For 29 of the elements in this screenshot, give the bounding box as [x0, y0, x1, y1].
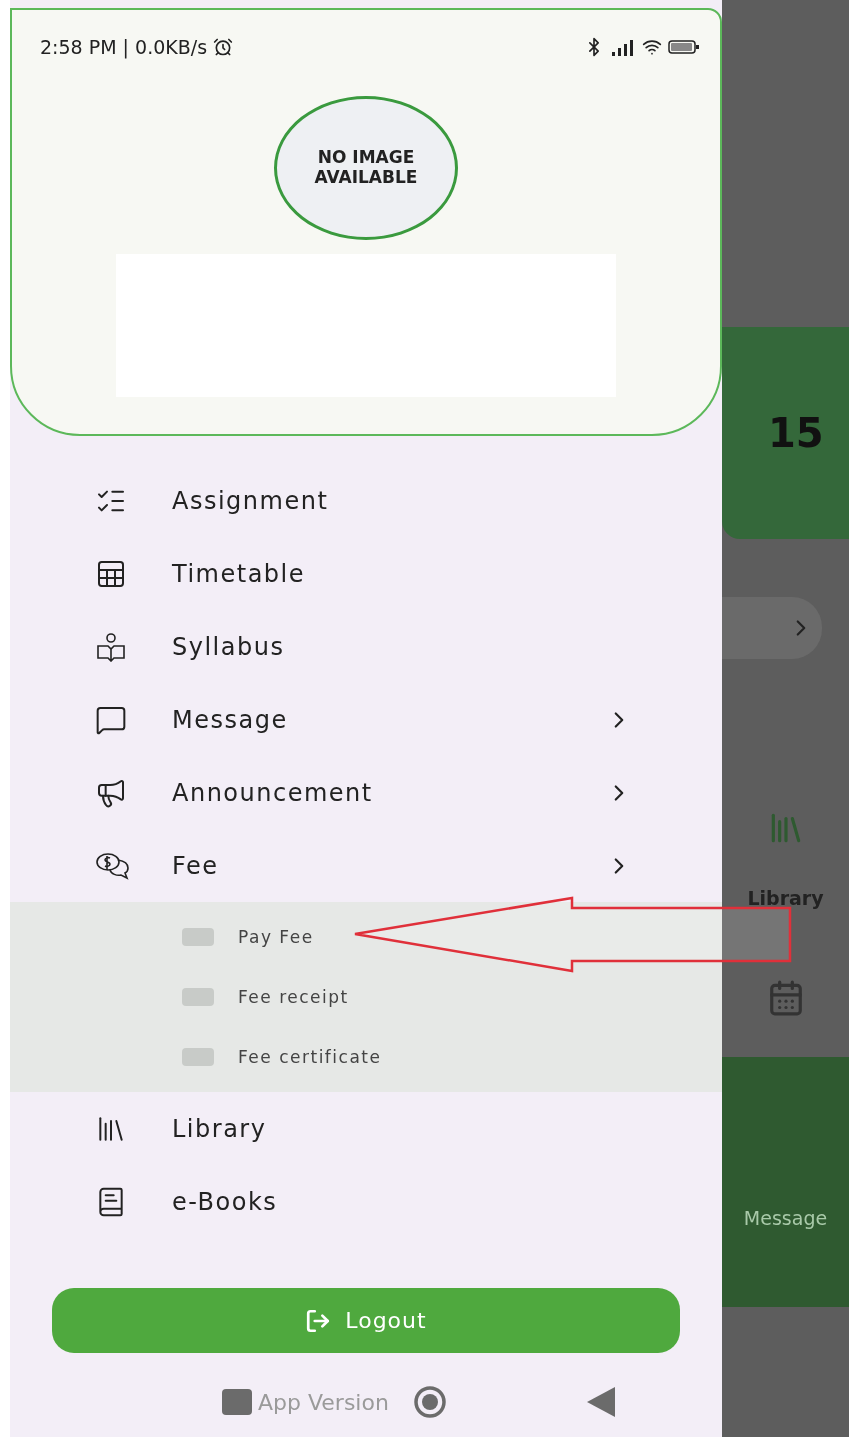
submenu-item[interactable]: Pay Fee: [238, 927, 314, 947]
tile-label: Library: [747, 887, 824, 909]
stat-count: 15: [768, 410, 824, 456]
battery-icon: [668, 39, 700, 55]
menu-item[interactable]: Assignment: [10, 464, 722, 537]
menu-item[interactable]: Announcement: [10, 756, 722, 829]
menu-item[interactable]: Library: [10, 1092, 722, 1165]
submenu-item[interactable]: Fee receipt: [238, 987, 349, 1007]
back-icon[interactable]: [586, 1387, 615, 1417]
menu-item[interactable]: Timetable: [10, 537, 722, 610]
wifi-icon: [642, 37, 662, 57]
money-chat-icon: [95, 850, 131, 881]
menu-item[interactable]: Message: [10, 683, 722, 756]
menu-item[interactable]: Fee: [10, 829, 722, 902]
nav-label: Message: [743, 1207, 828, 1229]
submenu-icon: [182, 928, 214, 946]
home-icon[interactable]: [412, 1385, 447, 1419]
submenu-item[interactable]: Fee certificate: [238, 1047, 382, 1067]
logout-icon: [305, 1307, 332, 1334]
alarm-icon: [213, 37, 234, 57]
book-reader-icon: [95, 631, 127, 662]
menu-item[interactable]: Syllabus: [10, 610, 722, 683]
submenu-icon: [182, 1048, 214, 1066]
signal-icon: [610, 38, 636, 56]
submenu-icon: [182, 988, 214, 1006]
no-image-text: NO IMAGE AVAILABLE: [313, 148, 419, 188]
menu-item[interactable]: e-Books: [10, 1165, 722, 1238]
status-time: 2:58 PM | 0.0KB/s: [40, 36, 208, 58]
app-version: App Version: [258, 1389, 389, 1415]
